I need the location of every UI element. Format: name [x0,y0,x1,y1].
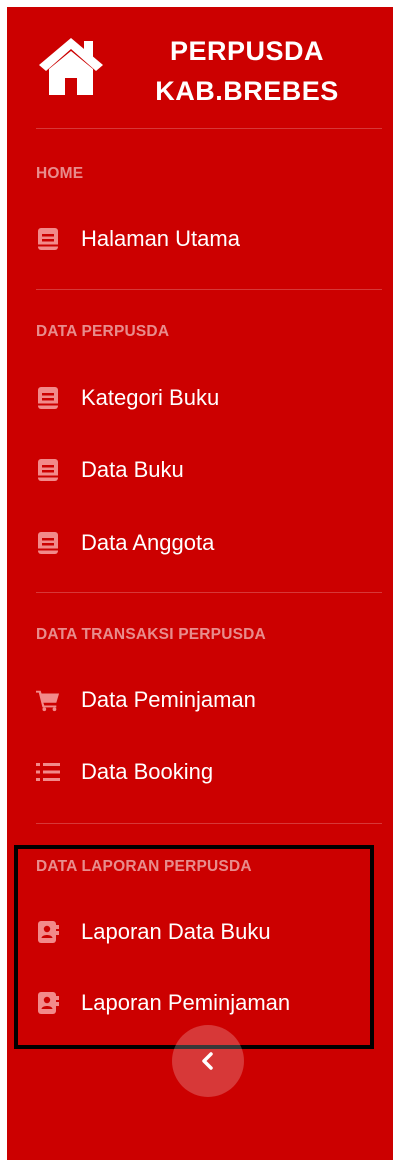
book-icon [36,531,60,555]
list-icon [36,760,60,784]
nav-label: Data Buku [81,457,184,482]
nav-label: Halaman Utama [81,226,240,251]
nav-label: Data Booking [81,759,214,784]
home-icon [39,38,103,95]
divider [36,823,382,824]
divider [36,592,382,593]
nav-item-data-buku[interactable]: Data Buku [36,450,366,490]
sidebar-toggle-button[interactable] [172,1025,244,1097]
sidebar-brand[interactable]: PERPUSDA KAB.BREBES [7,7,393,127]
nav-label: Kategori Buku [81,385,220,410]
book-icon [36,458,60,482]
heading-data-transaksi: DATA TRANSAKSI PERPUSDA [36,626,266,643]
chevron-left-icon [202,1052,213,1070]
nav-item-kategori-buku[interactable]: Kategori Buku [36,378,366,418]
cart-icon [36,688,60,712]
nav-item-halaman-utama[interactable]: Halaman Utama [36,219,366,259]
divider [36,289,382,290]
nav-item-data-peminjaman[interactable]: Data Peminjaman [36,680,366,720]
nav-item-data-anggota[interactable]: Data Anggota [36,523,366,563]
divider [36,128,382,129]
brand-title-line1: PERPUSDA [169,36,325,66]
brand-title: PERPUSDA KAB.BREBES [137,31,357,111]
book-icon [36,227,60,251]
nav-label: Data Peminjaman [81,687,256,712]
heading-data-perpusda: DATA PERPUSDA [36,323,170,340]
sidebar: PERPUSDA KAB.BREBES HOME Halaman Utama D… [7,7,393,1160]
heading-home: HOME [36,165,84,182]
nav-label: Data Anggota [81,530,215,555]
brand-title-line2: KAB.BREBES [155,76,339,106]
book-icon [36,386,60,410]
highlight-box [14,845,374,1049]
nav-item-data-booking[interactable]: Data Booking [36,752,366,792]
